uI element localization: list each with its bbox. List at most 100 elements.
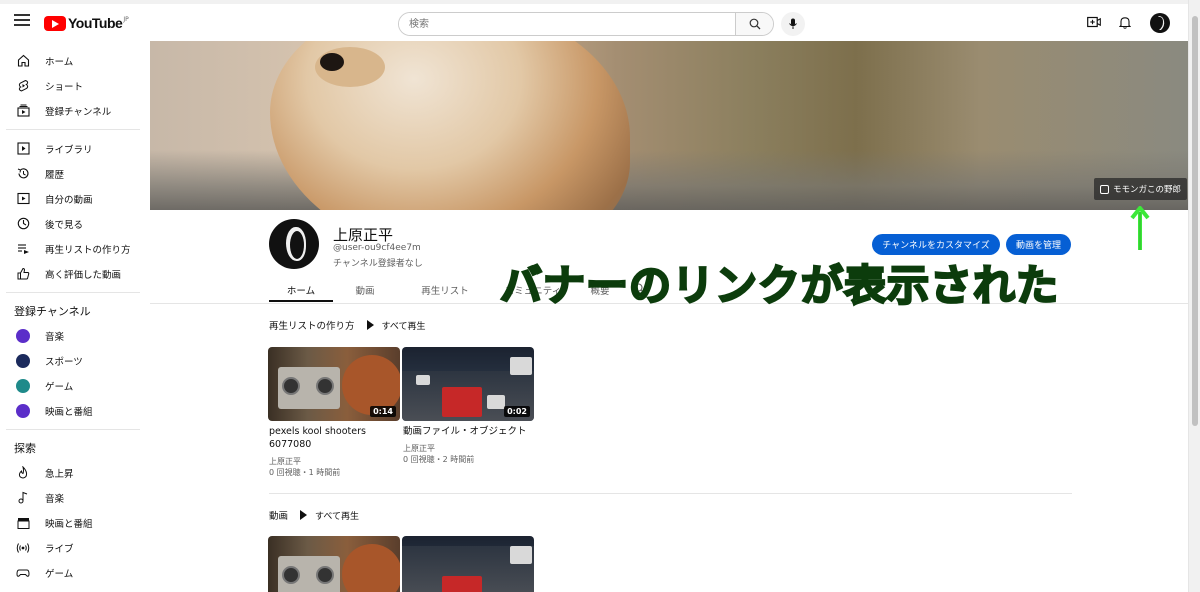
top-bar: YouTube JP: [0, 0, 1188, 42]
section-title: 再生リストの作り方: [269, 321, 355, 332]
menu-icon[interactable]: [14, 14, 30, 26]
sidebar-item-shorts[interactable]: ショート: [0, 73, 150, 98]
video-title[interactable]: pexels kool shooters 6077080: [269, 425, 399, 451]
car-image: [487, 395, 505, 409]
library-icon: [16, 142, 30, 156]
video-duration: 0:14: [370, 406, 396, 417]
annotation-text: バナーのリンクが表示された: [499, 260, 1060, 312]
tab-home[interactable]: ホーム: [269, 278, 333, 302]
play-all-button[interactable]: すべて再生: [366, 319, 426, 332]
video-thumbnail[interactable]: 0:02: [402, 347, 534, 421]
sidebar-subscription-movies[interactable]: 映画と番組: [0, 398, 150, 423]
youtube-logo[interactable]: YouTube JP: [44, 14, 129, 32]
sidebar-item-music[interactable]: 音楽: [0, 485, 150, 510]
sidebar-item-my-videos[interactable]: 自分の動画: [0, 186, 150, 211]
sidebar-item-liked[interactable]: 高く評価した動画: [0, 261, 150, 286]
thumbs-up-icon: [16, 267, 30, 281]
sidebar-item-home[interactable]: ホーム: [0, 48, 150, 73]
truck-image: [442, 387, 482, 417]
sidebar-item-label: 自分の動画: [45, 194, 93, 206]
sidebar-item-label: 映画と番組: [45, 518, 93, 530]
sidebar-item-label: 再生リストの作り方: [45, 244, 131, 256]
notifications-button[interactable]: [1117, 14, 1133, 30]
link-icon: [1100, 184, 1109, 194]
search-input[interactable]: [399, 13, 735, 35]
logo-region: JP: [123, 15, 129, 23]
truck-image: [510, 357, 532, 375]
sidebar: ホーム ショート 登録チャンネル ライブラリ 履歴 自分の動画 後で見る 再生リ…: [0, 42, 150, 592]
sidebar-item-label: スポーツ: [45, 356, 83, 368]
boombox-image: [278, 556, 340, 592]
tab-playlists[interactable]: 再生リスト: [397, 278, 493, 302]
search-icon: [749, 18, 760, 30]
history-icon: [16, 167, 30, 181]
video-thumbnail[interactable]: [402, 536, 534, 592]
video-title[interactable]: 動画ファイル・オブジェクト: [403, 425, 533, 438]
video-thumbnail[interactable]: [268, 536, 400, 592]
truck-image: [442, 576, 482, 592]
explore-heading: 探索: [14, 442, 36, 455]
play-icon: [300, 510, 308, 520]
sidebar-item-label: ショート: [45, 81, 84, 93]
sidebar-item-label: 後で見る: [45, 219, 84, 231]
truck-image: [510, 546, 532, 564]
sidebar-item-label: ライブラリ: [45, 144, 93, 156]
page-scrollbar[interactable]: [1188, 0, 1200, 592]
channel-avatar[interactable]: [269, 219, 319, 269]
sidebar-divider: [6, 429, 140, 430]
sidebar-subscription-music[interactable]: 音楽: [0, 323, 150, 348]
game-controller-icon: [16, 566, 30, 580]
sidebar-item-label: 音楽: [45, 493, 65, 505]
subscriptions-icon: [16, 104, 30, 118]
avatar-silhouette-icon: [1158, 16, 1165, 30]
microphone-icon: [789, 18, 797, 29]
play-all-button[interactable]: すべて再生: [300, 509, 359, 522]
trending-fire-icon: [16, 466, 30, 480]
account-avatar[interactable]: [1150, 13, 1170, 33]
create-button[interactable]: [1086, 14, 1102, 30]
search-button[interactable]: [735, 13, 773, 35]
sidebar-item-playlist[interactable]: 再生リストの作り方: [0, 236, 150, 261]
sidebar-item-label: ライブ: [45, 543, 74, 555]
banner-fox-nose: [320, 53, 344, 71]
section-header-videos: 動画 すべて再生: [269, 508, 359, 522]
sidebar-item-history[interactable]: 履歴: [0, 161, 150, 186]
bell-icon: [1119, 16, 1131, 29]
sidebar-item-library[interactable]: ライブラリ: [0, 136, 150, 161]
sidebar-item-live[interactable]: ライブ: [0, 535, 150, 560]
video-thumbnail[interactable]: 0:14: [268, 347, 400, 421]
sidebar-subscription-sports[interactable]: スポーツ: [0, 348, 150, 373]
sidebar-item-watch-later[interactable]: 後で見る: [0, 211, 150, 236]
watch-later-icon: [16, 217, 30, 231]
search-box: [398, 12, 774, 36]
live-broadcast-icon: [16, 541, 30, 555]
sidebar-item-label: 音楽: [45, 331, 65, 343]
home-icon: [16, 54, 30, 68]
sidebar-item-gaming[interactable]: ゲーム: [0, 560, 150, 585]
channel-name: 上原正平: [333, 226, 394, 244]
my-videos-icon: [16, 192, 30, 206]
sidebar-item-label: ゲーム: [45, 568, 74, 580]
logo-text: YouTube: [68, 15, 123, 31]
sidebar-item-trending[interactable]: 急上昇: [0, 460, 150, 485]
sidebar-item-movies[interactable]: 映画と番組: [0, 510, 150, 535]
car-image: [416, 375, 430, 385]
gaming-channel-icon: [16, 378, 30, 393]
sidebar-item-label: 映画と番組: [45, 406, 93, 418]
playlist-icon: [16, 242, 30, 256]
video-meta: 0 回視聴・2 時間前: [403, 455, 475, 464]
music-channel-icon: [16, 328, 30, 343]
sidebar-subscription-gaming[interactable]: ゲーム: [0, 373, 150, 398]
sidebar-item-label: 登録チャンネル: [45, 106, 112, 118]
sidebar-item-subscriptions[interactable]: 登録チャンネル: [0, 98, 150, 123]
top-edge: [0, 0, 1200, 4]
section-header-playlist: 再生リストの作り方 すべて再生: [269, 318, 426, 332]
scrollbar-thumb[interactable]: [1192, 16, 1198, 426]
section-divider: [269, 493, 1072, 494]
channel-banner: [150, 41, 1188, 210]
banner-link[interactable]: モモンガこの野郎: [1094, 178, 1188, 200]
create-video-icon: [1087, 16, 1101, 28]
tab-videos[interactable]: 動画: [333, 278, 397, 302]
boombox-image: [278, 367, 340, 409]
voice-search-button[interactable]: [781, 12, 805, 36]
